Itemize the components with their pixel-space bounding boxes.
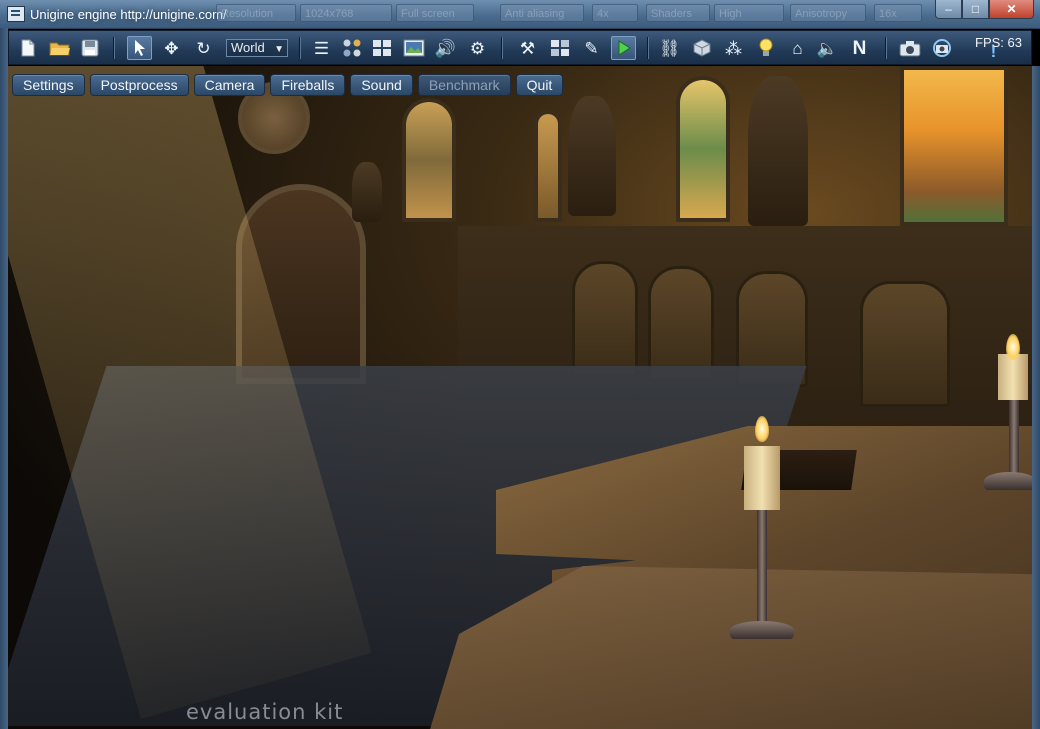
window-titlebar[interactable]: Unigine engine http://unigine.com/ 1024x…	[0, 0, 1040, 29]
chevron-down-icon: ▼	[274, 44, 284, 55]
tools-icon[interactable]: ⚒	[515, 36, 540, 60]
fireballs-button[interactable]: Fireballs	[270, 74, 346, 96]
scene-candlestick	[757, 510, 767, 630]
ghost-shaders-field: High	[714, 4, 784, 22]
ghost-antialiasing-field: 4x	[592, 4, 638, 22]
move-icon[interactable]: ✥	[159, 36, 184, 60]
save-icon[interactable]	[77, 36, 102, 60]
scene-stained-window	[900, 66, 1008, 226]
toolbar-separator	[113, 37, 115, 59]
scene-stained-window	[534, 110, 562, 222]
light-bulb-icon[interactable]	[753, 36, 778, 60]
toolbar-separator	[299, 37, 301, 59]
ghost-anisotropy-label: Anisotropy	[790, 4, 866, 22]
scene-candlestick	[1009, 400, 1019, 480]
fps-counter: FPS: 63	[975, 35, 1022, 50]
ghost-antialiasing-label: Anti aliasing	[500, 4, 584, 22]
postprocess-button[interactable]: Postprocess	[89, 74, 189, 96]
windows-icon[interactable]	[547, 36, 572, 60]
scene-statue	[748, 76, 808, 226]
gears-icon[interactable]: ⚙	[465, 36, 490, 60]
world-dropdown[interactable]: World ▼	[226, 39, 288, 57]
sound-button[interactable]: Sound	[350, 74, 413, 96]
ghost-resolution-label: Resolution	[216, 4, 296, 22]
scene-candle	[744, 446, 780, 510]
window-title: Unigine engine http://unigine.com/	[30, 7, 227, 22]
world-dropdown-value: World	[231, 40, 265, 55]
camera-icon[interactable]	[897, 36, 922, 60]
scene-candlestick-base	[730, 621, 794, 639]
scene-relief	[572, 261, 638, 377]
camera-button[interactable]: Camera	[193, 74, 266, 96]
engine-menu: Settings Postprocess Camera Fireballs So…	[12, 74, 564, 96]
tree-list-icon[interactable]: ☰	[309, 36, 334, 60]
n-logo-icon[interactable]: N	[847, 36, 872, 60]
settings-button[interactable]: Settings	[12, 74, 85, 96]
toolbar-separator	[647, 37, 649, 59]
ghost-fullscreen-label: Full screen	[396, 4, 474, 22]
box-icon[interactable]	[689, 36, 714, 60]
benchmark-button: Benchmark	[417, 74, 511, 96]
scene-candlestick-base	[984, 472, 1032, 490]
scene-flame	[755, 416, 769, 442]
scene-stained-window	[676, 76, 730, 222]
link-icon[interactable]: ⛓	[657, 36, 682, 60]
scene-candle	[998, 354, 1028, 400]
cube-scene-icon[interactable]: ⌂	[785, 36, 810, 60]
scene-flame	[1006, 334, 1020, 360]
play-icon[interactable]	[611, 36, 636, 60]
image-icon[interactable]	[401, 36, 426, 60]
maximize-button[interactable]: □	[962, 0, 989, 19]
render-viewport[interactable]	[8, 66, 1032, 729]
ghost-shaders-label: Shaders	[646, 4, 710, 22]
rotate-icon[interactable]: ↻	[191, 36, 216, 60]
scene-relief	[648, 266, 714, 382]
materials-icon[interactable]	[339, 36, 364, 60]
scene-statue	[352, 162, 382, 222]
window-border-right	[1032, 66, 1040, 729]
speaker-icon[interactable]: 🔈	[815, 36, 840, 60]
toolbar-separator	[501, 37, 503, 59]
grid-icon[interactable]	[369, 36, 394, 60]
new-file-icon[interactable]	[15, 36, 40, 60]
app-icon	[7, 6, 25, 22]
ghost-resolution-field: 1024x768	[300, 4, 392, 22]
edit-icon[interactable]: ✎	[579, 36, 604, 60]
sound-icon[interactable]: 🔊	[433, 36, 458, 60]
open-folder-icon[interactable]	[47, 36, 72, 60]
minimize-button[interactable]: –	[935, 0, 962, 19]
editor-toolbar: ✥ ↻ World ▼ ☰ 🔊 ⚙ ⚒ ✎ ⛓ ⁂ ⌂ 🔈 N ! FPS: 6…	[8, 30, 1032, 65]
camera-rotate-icon[interactable]	[929, 36, 954, 60]
window-border-left	[0, 28, 8, 729]
scene-statue	[568, 96, 616, 216]
quit-button[interactable]: Quit	[515, 74, 564, 96]
select-arrow-icon[interactable]	[127, 36, 152, 60]
particles-icon[interactable]: ⁂	[721, 36, 746, 60]
ghost-anisotropy-field: 16x	[874, 4, 922, 22]
toolbar-separator	[885, 37, 887, 59]
window-controls: – □ ✕	[935, 0, 1034, 19]
evaluation-watermark: evaluation kit	[186, 700, 344, 724]
scene-relief	[860, 281, 950, 407]
close-button[interactable]: ✕	[989, 0, 1034, 19]
scene-stained-window	[402, 98, 456, 222]
